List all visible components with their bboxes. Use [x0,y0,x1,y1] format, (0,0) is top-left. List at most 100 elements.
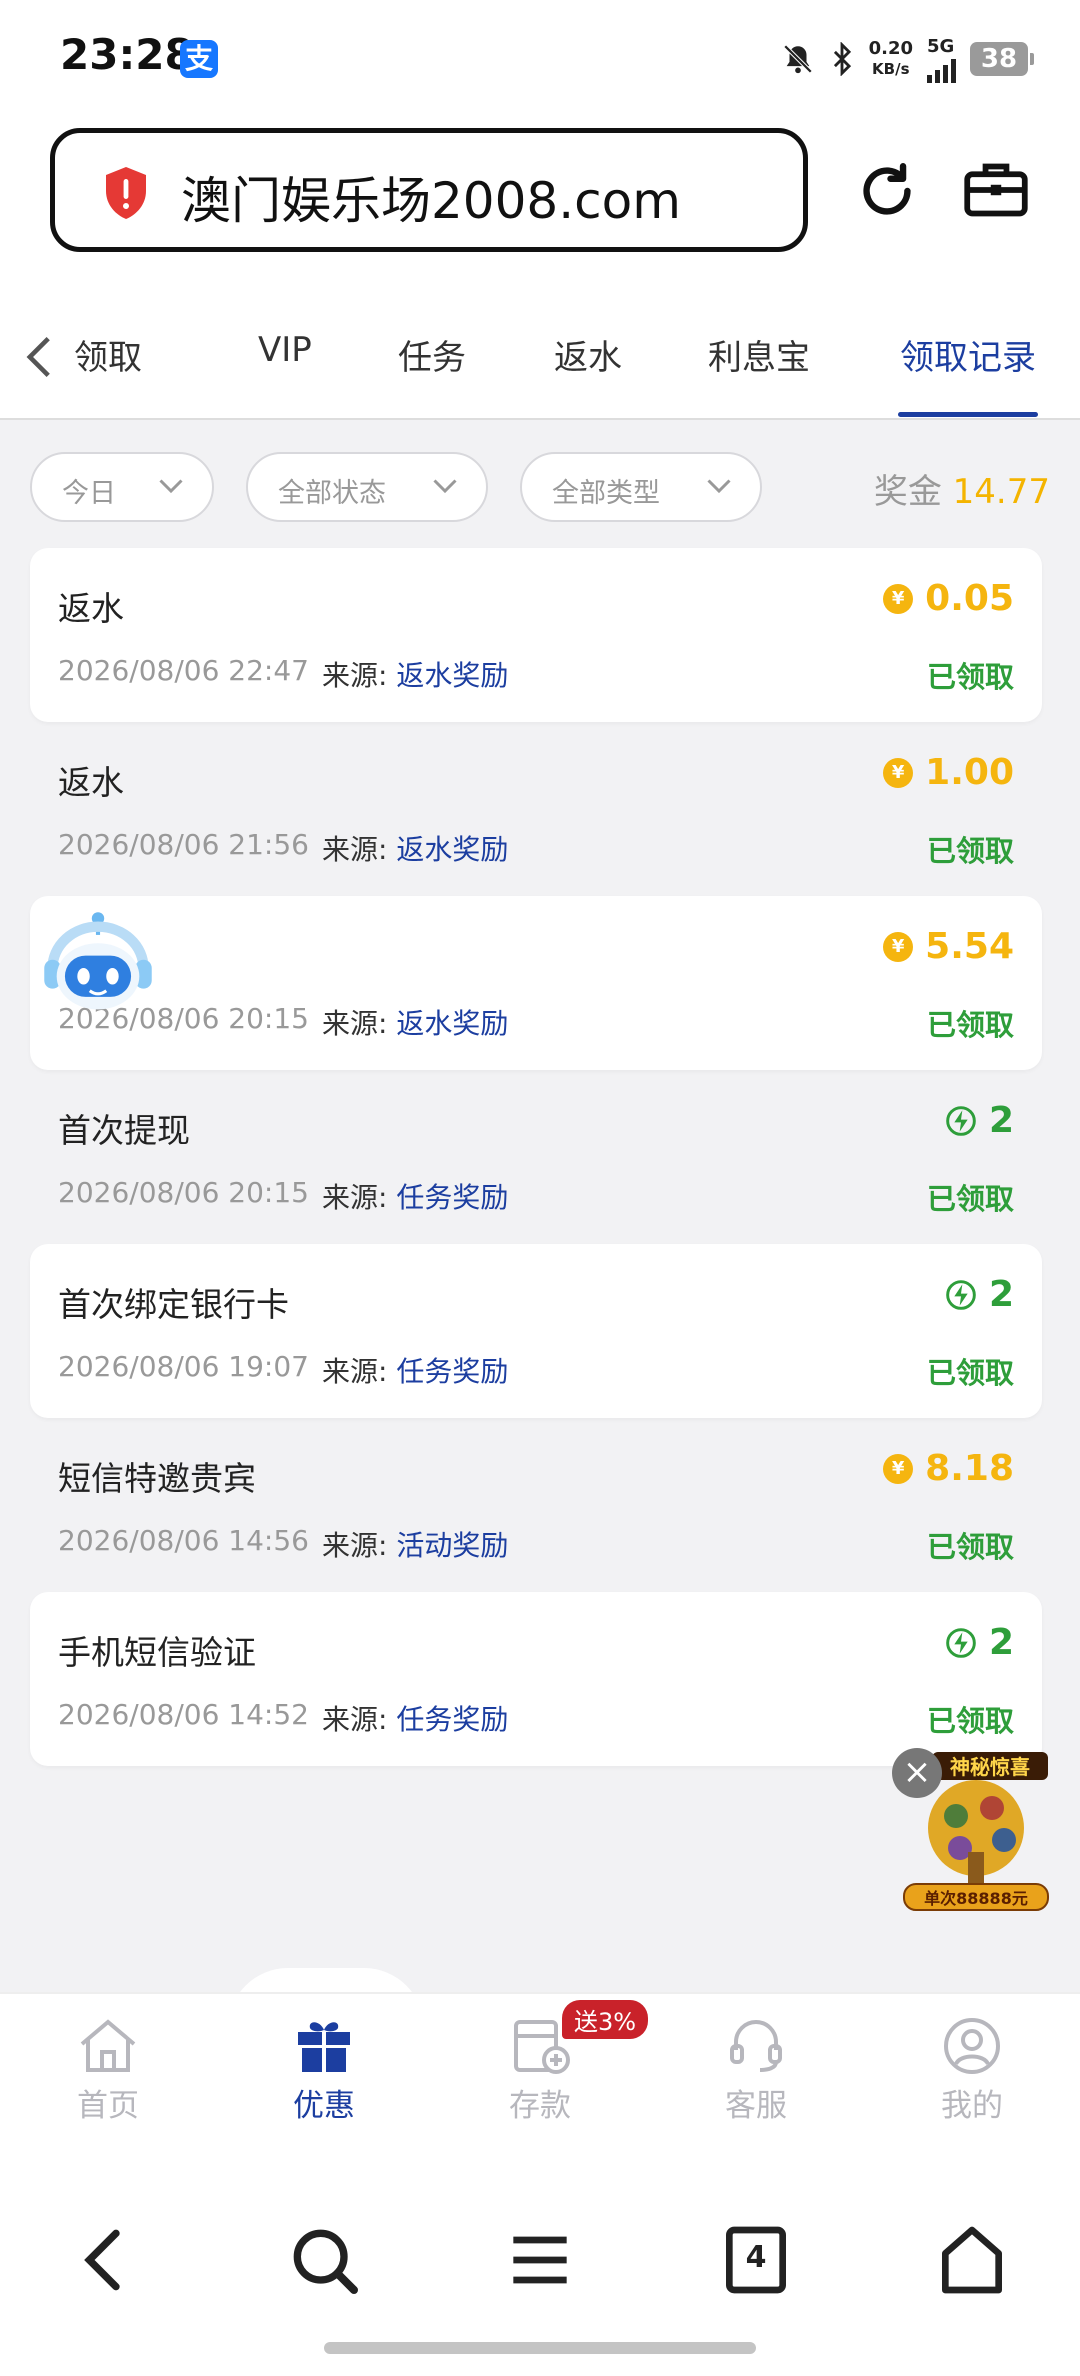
gift-icon [298,2022,350,2072]
tab-interest[interactable]: 利息宝 [708,330,810,379]
record-source: 来源: 任务奖励 [322,1355,509,1388]
promo-close-button[interactable]: × [892,1748,942,1798]
record-source: 来源: 活动奖励 [322,1529,509,1562]
tab-count: 4 [745,2240,767,2275]
record-status: 已领取 [926,1530,1014,1564]
record-status: 已领取 [926,660,1014,694]
promo-subtitle: 单次88888元 [924,1889,1028,1908]
assistant-robot-icon[interactable] [36,906,160,1030]
yen-coin-icon: ¥ [883,583,914,614]
customer-service-icon [730,2020,782,2072]
promo-title: 神秘惊喜 [950,1755,1030,1779]
tab-claim-records[interactable]: 领取记录 [900,330,1036,379]
tabs-button[interactable]: 4 [716,2220,796,2300]
signal-icon [927,57,956,83]
record-source-link[interactable]: 返水奖励 [396,833,508,866]
record-title: 首次提现 [58,1111,190,1150]
nav-service[interactable]: 客服 [686,2016,826,2125]
record-row[interactable]: 返水 2026/08/06 21:56 来源: 返水奖励 ¥1.00 已领取 [30,722,1042,896]
status-indicators: 0.20 KB/s 5G 38 [781,34,1034,84]
record-row[interactable]: 2026/08/06 20:15 来源: 返水奖励 ¥5.54 已领取 [30,896,1042,1070]
refresh-icon[interactable] [852,156,922,226]
record-source: 来源: 返水奖励 [322,833,509,866]
chevron-down-icon [707,479,731,494]
record-row[interactable]: 返水 2026/08/06 22:47 来源: 返水奖励 ¥0.05 已领取 [30,548,1042,722]
record-source: 来源: 任务奖励 [322,1703,509,1736]
tab-tasks[interactable]: 任务 [398,330,466,379]
status-filter[interactable]: 全部状态 [246,452,488,522]
chevron-down-icon [433,479,457,494]
record-source-link[interactable]: 任务奖励 [396,1181,508,1214]
search-icon[interactable] [284,2220,364,2300]
record-source: 来源: 任务奖励 [322,1181,509,1214]
record-amount: 2 [945,1274,1014,1315]
record-amount: ¥0.05 [883,578,1014,619]
menu-icon[interactable] [500,2220,580,2300]
record-status: 已领取 [926,1182,1014,1216]
nav-mine[interactable]: 我的 [902,2016,1042,2125]
battery-icon: 38 [970,42,1034,76]
record-date: 2026/08/06 22:47 [58,654,309,687]
home-page-icon[interactable] [932,2220,1012,2300]
security-warning-icon[interactable] [101,165,151,221]
nav-home[interactable]: 首页 [38,2016,178,2125]
home-indicator[interactable] [324,2342,756,2354]
mute-bell-icon [783,44,812,74]
record-row[interactable]: 手机短信验证 2026/08/06 14:52 来源: 任务奖励 2 已领取 [30,1592,1042,1766]
home-icon [80,2019,136,2072]
energy-bolt-icon [946,1105,976,1136]
energy-bolt-icon [946,1279,976,1310]
nav-promo[interactable]: 优惠 [254,2016,394,2125]
record-date: 2026/08/06 19:07 [58,1350,309,1383]
record-title: 短信特邀贵宾 [58,1459,256,1498]
type-filter[interactable]: 全部类型 [520,452,762,522]
record-date: 2026/08/06 14:52 [58,1698,309,1731]
record-title: 返水 [58,763,124,802]
tab-vip[interactable]: VIP [258,330,312,370]
record-amount: ¥5.54 [883,926,1014,967]
browser-toolbar: 澳门娱乐场2008.com [0,118,1080,294]
date-filter[interactable]: 今日 [30,452,214,522]
record-status: 已领取 [926,1356,1014,1390]
record-source: 来源: 返水奖励 [322,1007,509,1040]
record-source: 来源: 返水奖励 [322,659,509,692]
record-amount: 2 [945,1622,1014,1663]
bonus-total: 奖金 14.77 [873,472,1050,512]
status-bar: 23:28 支 0.20 KB/s 5G 38 [0,0,1080,118]
record-title: 手机短信验证 [58,1633,256,1672]
record-status: 已领取 [926,1008,1014,1042]
record-source-link[interactable]: 返水奖励 [396,1007,508,1040]
record-amount: ¥8.18 [883,1448,1014,1489]
record-amount: 2 [945,1100,1014,1141]
record-amount: ¥1.00 [883,752,1014,793]
chevron-down-icon [159,479,183,494]
tab-rebate[interactable]: 返水 [554,330,622,379]
tabs-scroll-left-icon[interactable] [24,334,54,380]
record-row[interactable]: 首次提现 2026/08/06 20:15 来源: 任务奖励 2 已领取 [30,1070,1042,1244]
record-source-link[interactable]: 任务奖励 [396,1355,508,1388]
bonus-value: 14.77 [952,472,1050,512]
record-source-link[interactable]: 返水奖励 [396,659,508,692]
record-row[interactable]: 短信特邀贵宾 2026/08/06 14:56 来源: 活动奖励 ¥8.18 已领取 [30,1418,1042,1592]
address-bar[interactable]: 澳门娱乐场2008.com [50,128,808,252]
alipay-icon: 支 [180,40,218,78]
tab-claim[interactable]: 领取 [74,330,142,379]
toolbox-icon[interactable] [962,160,1030,220]
record-source-link[interactable]: 任务奖励 [396,1703,508,1736]
record-source-link[interactable]: 活动奖励 [396,1529,508,1562]
record-status: 已领取 [926,1704,1014,1738]
status-time: 23:28 [60,30,194,79]
category-tabs: 领取 VIP 任务 返水 利息宝 领取记录 [0,294,1080,420]
record-title: 返水 [58,589,124,628]
deposit-bonus-badge: 送3% [562,2000,649,2039]
yen-coin-icon: ¥ [883,931,914,962]
url-text[interactable]: 澳门娱乐场2008.com [181,161,681,233]
record-date: 2026/08/06 21:56 [58,828,309,861]
bluetooth-icon [833,42,851,76]
network-speed: 0.20 KB/s [868,38,913,79]
bottom-nav: 首页 优惠 存款 客服 我的 [0,1992,1080,2170]
record-row[interactable]: 首次绑定银行卡 2026/08/06 19:07 来源: 任务奖励 2 已领取 [30,1244,1042,1418]
back-icon[interactable] [66,2220,146,2300]
profile-icon [944,2018,1000,2074]
signal: 5G [927,36,956,83]
